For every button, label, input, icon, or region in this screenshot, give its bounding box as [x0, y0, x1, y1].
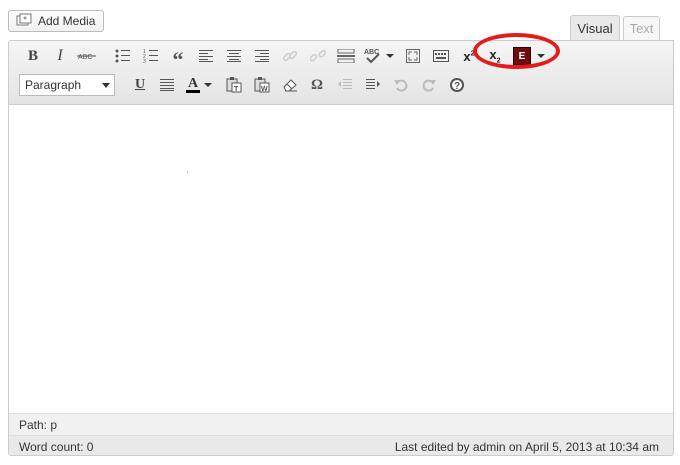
- last-edited: Last edited by admin on April 5, 2013 at…: [394, 439, 659, 454]
- path-label: Path: p: [19, 417, 58, 432]
- tab-text-label: Text: [629, 21, 654, 36]
- format-select[interactable]: Paragraph: [19, 74, 115, 96]
- chevron-down-icon: [386, 54, 394, 58]
- bullet-list-icon[interactable]: [111, 44, 135, 68]
- svg-text:3: 3: [143, 59, 146, 63]
- indent-icon[interactable]: [361, 73, 385, 97]
- path-bar: Path: p: [9, 413, 673, 435]
- highlight-annotation: [473, 33, 560, 69]
- align-right-icon[interactable]: [250, 44, 274, 68]
- outdent-icon[interactable]: [333, 73, 357, 97]
- editor-toolbar: B I ABC 123 “ ABC x2 x2 E Paragraph U A …: [9, 41, 673, 105]
- underline-icon[interactable]: U: [128, 73, 152, 97]
- text-cursor: [187, 172, 188, 173]
- special-char-icon[interactable]: Ω: [305, 73, 329, 97]
- svg-text:W: W: [261, 86, 268, 93]
- strikethrough-icon[interactable]: ABC: [75, 44, 99, 68]
- chevron-down-icon: [102, 83, 110, 88]
- numbered-list-icon[interactable]: 123: [139, 44, 163, 68]
- text-color-icon[interactable]: A: [183, 73, 219, 97]
- clear-formatting-icon[interactable]: [278, 73, 302, 97]
- svg-text:ABC: ABC: [78, 54, 92, 61]
- svg-text:T: T: [234, 86, 239, 93]
- format-select-value: Paragraph: [25, 78, 82, 92]
- paste-word-icon[interactable]: W: [250, 73, 274, 97]
- align-center-icon[interactable]: [222, 44, 246, 68]
- redo-icon[interactable]: [417, 73, 441, 97]
- unlink-icon[interactable]: [306, 44, 330, 68]
- bold-icon[interactable]: B: [21, 44, 45, 68]
- align-left-icon[interactable]: [194, 44, 218, 68]
- insert-link-icon[interactable]: [278, 44, 302, 68]
- undo-icon[interactable]: [389, 73, 413, 97]
- read-more-icon[interactable]: [334, 44, 358, 68]
- svg-text:?: ?: [454, 81, 460, 92]
- kitchen-sink-icon[interactable]: [429, 44, 453, 68]
- tab-visual[interactable]: Visual: [570, 15, 620, 40]
- blockquote-icon[interactable]: “: [166, 44, 190, 72]
- italic-icon[interactable]: I: [48, 44, 72, 68]
- add-media-label: Add Media: [38, 14, 96, 28]
- editor: B I ABC 123 “ ABC x2 x2 E Paragraph U A …: [8, 40, 674, 456]
- editor-content-area[interactable]: [9, 105, 673, 413]
- spellcheck-icon[interactable]: ABC: [363, 44, 399, 68]
- chevron-down-icon: [204, 83, 212, 87]
- tab-text[interactable]: Text: [623, 16, 660, 40]
- media-upload-icon: [16, 13, 32, 30]
- status-bar: Word count: 0 Last edited by admin on Ap…: [9, 435, 673, 455]
- paste-text-icon[interactable]: T: [222, 73, 246, 97]
- tab-visual-label: Visual: [577, 20, 613, 36]
- fullscreen-icon[interactable]: [401, 44, 425, 68]
- help-icon[interactable]: ?: [445, 73, 469, 97]
- add-media-button[interactable]: Add Media: [8, 10, 104, 32]
- word-count: Word count: 0: [19, 439, 94, 454]
- justify-icon[interactable]: [155, 73, 179, 97]
